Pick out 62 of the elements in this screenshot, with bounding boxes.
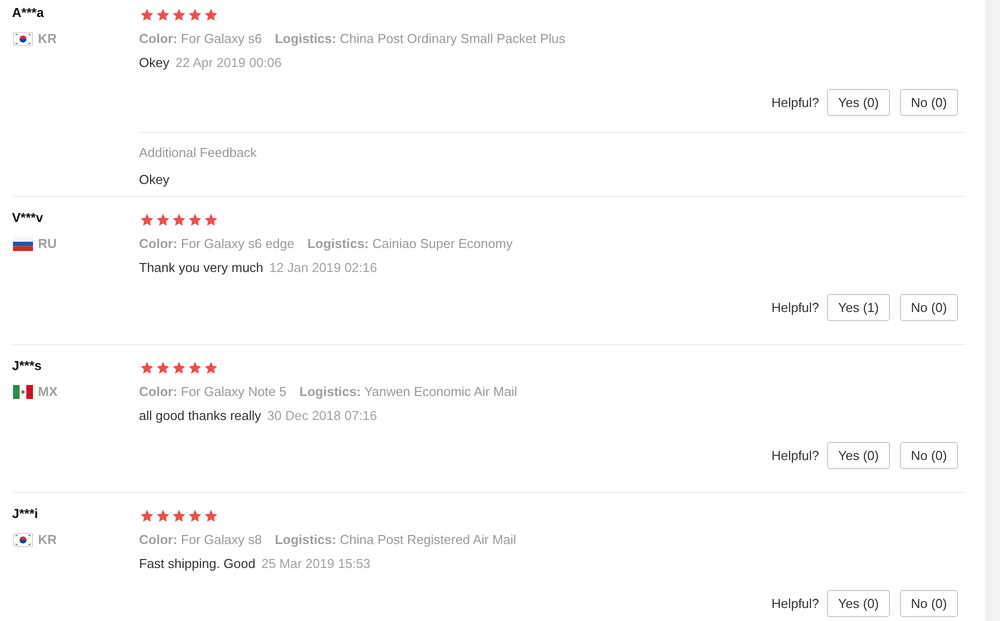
star-icon (204, 8, 218, 22)
star-icon (156, 361, 170, 375)
star-icon (156, 509, 170, 523)
review-text: Okey (139, 54, 170, 72)
country-code: KR (38, 531, 57, 549)
order-detail-text: Logistics: Cainiao Super Economy (307, 235, 513, 253)
helpful-label: Helpful? (771, 298, 820, 317)
reviewer-name: A***a (12, 4, 44, 22)
review-date: 12 Jan 2019 02:16 (269, 259, 377, 277)
no-button[interactable]: No (0) (900, 294, 958, 321)
reviewer-name: J***s (12, 357, 42, 375)
review-date: 25 Mar 2019 15:53 (261, 555, 370, 573)
flag-icon (13, 385, 33, 399)
review-text: Thank you very much (139, 259, 264, 277)
review-date: 22 Apr 2019 00:06 (175, 54, 282, 72)
yes-button[interactable]: Yes (0) (827, 590, 890, 617)
star-icon (156, 8, 170, 22)
order-detail-text: Color: For Galaxy s8 (139, 531, 262, 549)
country-code: MX (38, 383, 58, 401)
helpful-label: Helpful? (771, 94, 820, 112)
additional-feedback-text: Okey (139, 171, 170, 189)
star-icon (204, 361, 218, 375)
star-icon (188, 509, 202, 523)
review-text: Fast shipping. Good (139, 555, 256, 573)
star-icon (188, 361, 202, 375)
star-icon (140, 509, 154, 523)
order-detail-text: Color: For Galaxy s6 (139, 30, 262, 48)
order-detail-text: Logistics: Yanwen Economic Air Mail (299, 383, 518, 401)
country-code: RU (38, 235, 57, 253)
review-date: 30 Dec 2018 07:16 (267, 407, 378, 425)
star-icon (188, 8, 202, 22)
star-icon (156, 213, 170, 227)
flag-icon (13, 237, 33, 251)
order-detail-text: Color: For Galaxy s6 edge (139, 235, 294, 253)
flag-icon (13, 32, 33, 46)
star-icon (140, 361, 154, 375)
star-icon (188, 213, 202, 227)
helpful-label: Helpful? (771, 446, 820, 465)
flag-icon (13, 533, 33, 547)
star-icon (172, 213, 186, 227)
no-button[interactable]: No (0) (900, 590, 958, 617)
yes-button[interactable]: Yes (0) (827, 442, 890, 469)
no-button[interactable]: No (0) (900, 442, 958, 469)
star-icon (172, 8, 186, 22)
order-detail-text: Logistics: China Post Registered Air Mail (274, 531, 516, 549)
helpful-label: Helpful? (771, 594, 820, 613)
order-detail-text: Color: For Galaxy Note 5 (139, 383, 286, 401)
star-icon (140, 213, 154, 227)
star-icon (172, 509, 186, 523)
yes-button[interactable]: Yes (1) (827, 294, 890, 321)
country-code: KR (38, 30, 57, 48)
no-button[interactable]: No (0) (900, 89, 958, 116)
additional-feedback-title: Additional Feedback (139, 144, 257, 162)
review-text: all good thanks really (139, 407, 262, 425)
star-icon (172, 361, 186, 375)
star-icon (204, 509, 218, 523)
yes-button[interactable]: Yes (0) (827, 89, 890, 116)
star-icon (140, 8, 154, 22)
order-detail-text: Logistics: China Post Ordinary Small Packet Plus (274, 30, 566, 48)
reviewer-name: V***v (12, 209, 44, 227)
star-icon (204, 213, 218, 227)
reviewer-name: J***i (12, 505, 38, 523)
